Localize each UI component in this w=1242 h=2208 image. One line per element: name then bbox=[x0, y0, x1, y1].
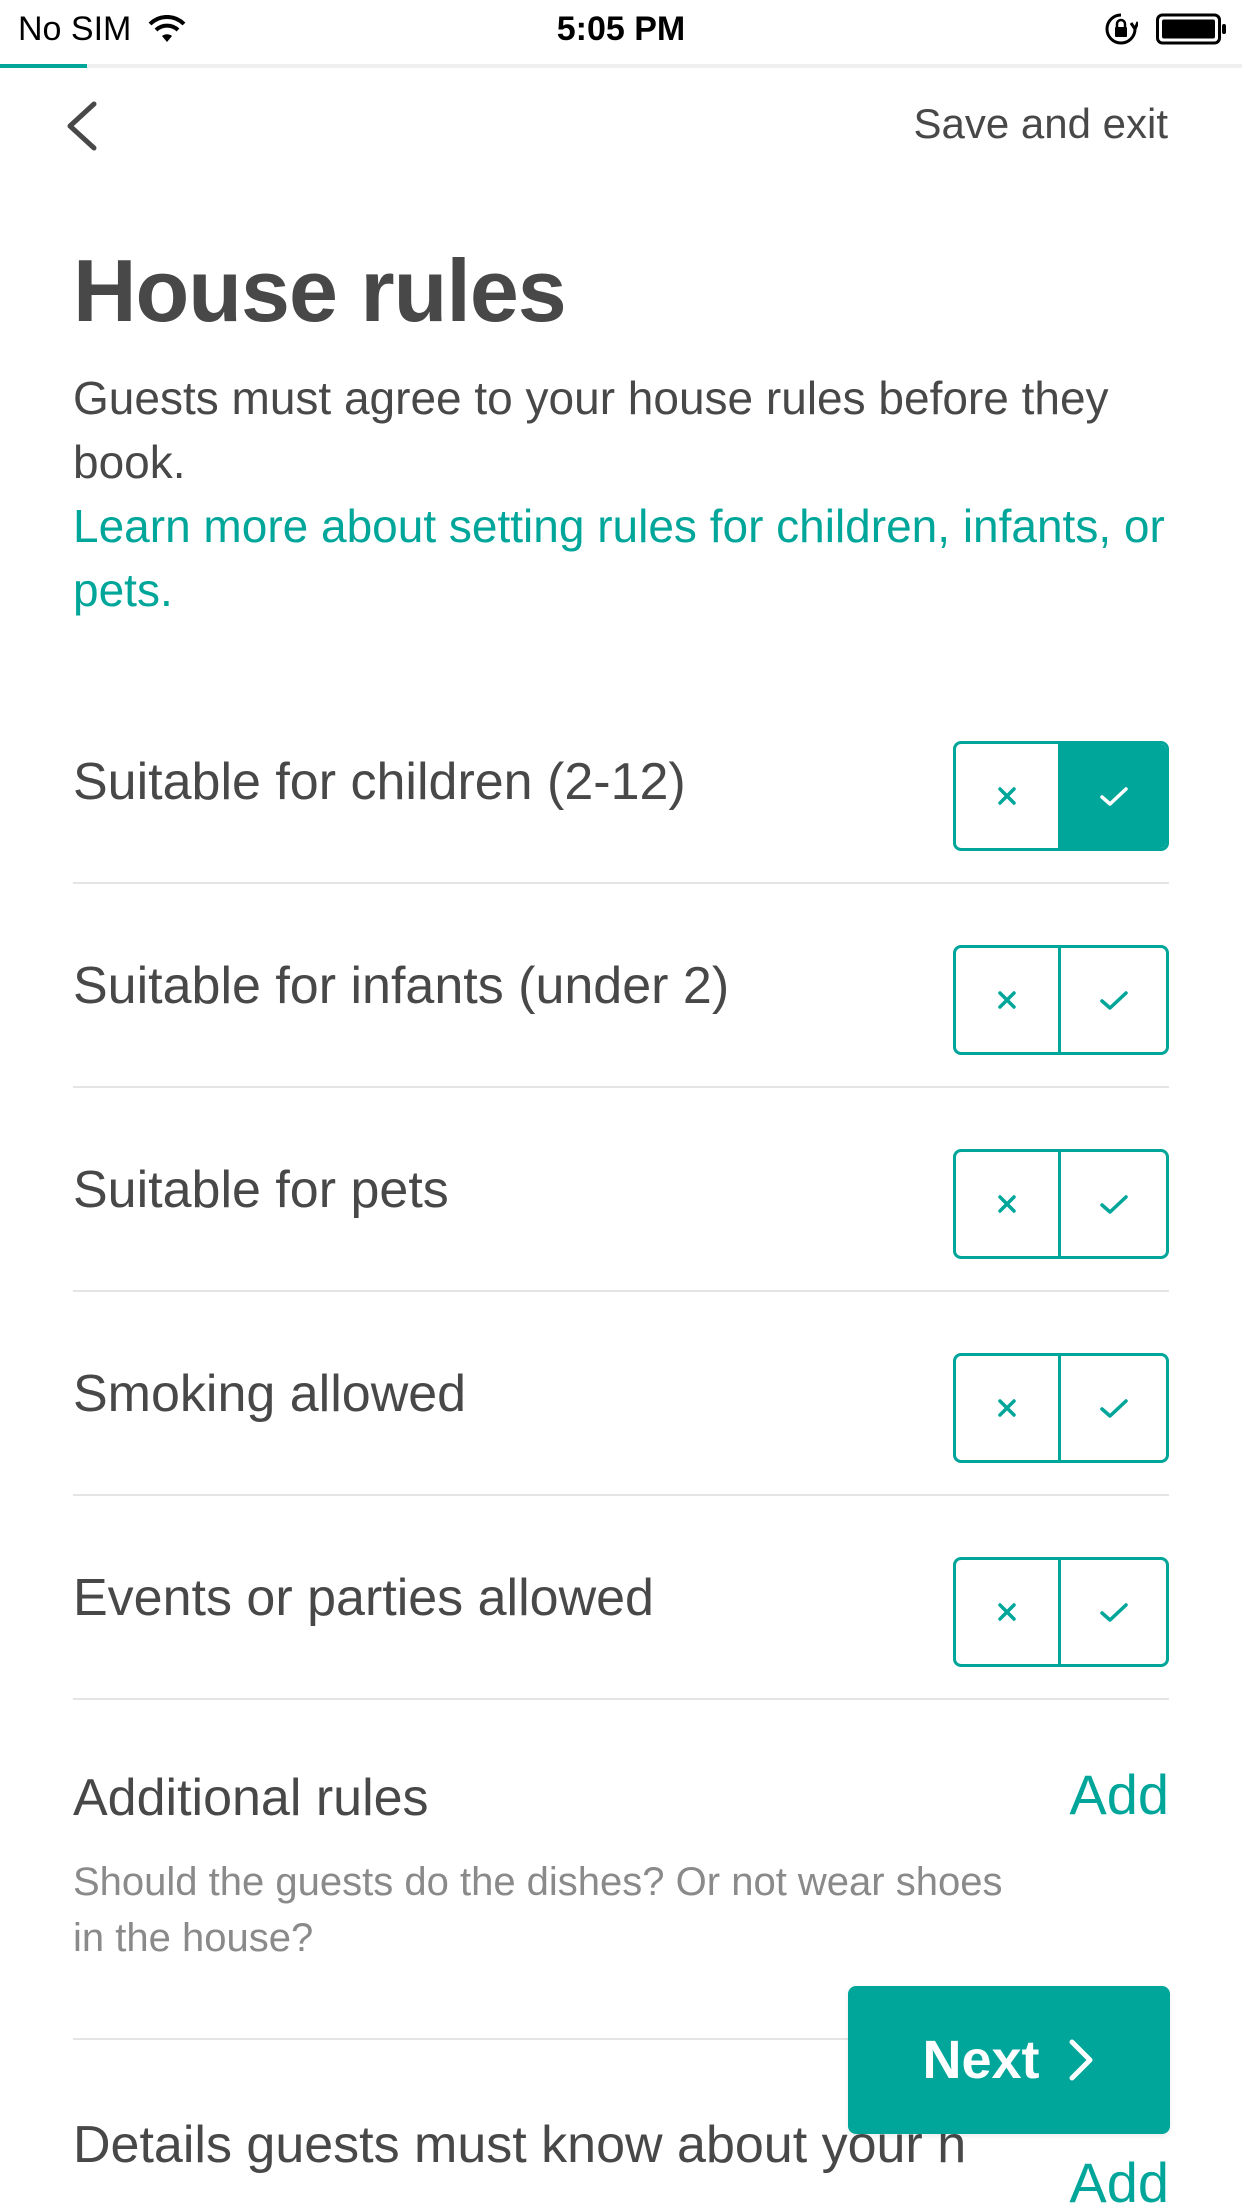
orientation-lock-icon bbox=[1105, 13, 1138, 45]
close-icon bbox=[998, 1603, 1016, 1621]
rule-label: Suitable for infants (under 2) bbox=[73, 957, 730, 1015]
rule-row: Suitable for children (2-12) bbox=[73, 680, 1169, 884]
chevron-right-icon bbox=[1069, 2039, 1093, 2081]
progress-track bbox=[0, 64, 1242, 68]
status-right bbox=[1104, 12, 1228, 46]
checkmark-icon bbox=[1099, 787, 1128, 806]
rule-row: Smoking allowed bbox=[73, 1292, 1169, 1496]
rule-label: Suitable for pets bbox=[73, 1161, 449, 1219]
yes-no-toggle bbox=[953, 1353, 1169, 1463]
toggle-yes-button[interactable] bbox=[1061, 744, 1166, 848]
toggle-yes-button[interactable] bbox=[1061, 1560, 1166, 1664]
progress-bar bbox=[0, 64, 87, 68]
rule-row: Suitable for infants (under 2) bbox=[73, 884, 1169, 1088]
yes-no-toggle bbox=[953, 945, 1169, 1055]
next-button[interactable]: Next bbox=[848, 1986, 1170, 2134]
toggle-yes-button[interactable] bbox=[1061, 1356, 1166, 1460]
back-button[interactable] bbox=[62, 96, 122, 156]
yes-no-toggle bbox=[953, 1149, 1169, 1259]
toggle-no-button[interactable] bbox=[956, 1152, 1061, 1256]
status-time: 5:05 PM bbox=[556, 10, 686, 48]
checkmark-icon bbox=[1099, 1195, 1128, 1214]
close-icon bbox=[998, 1399, 1016, 1417]
rule-row: Events or parties allowed bbox=[73, 1496, 1169, 1700]
toggle-no-button[interactable] bbox=[956, 1356, 1061, 1460]
chevron-left-icon bbox=[67, 101, 97, 151]
toggle-no-button[interactable] bbox=[956, 948, 1061, 1052]
battery-icon bbox=[1156, 13, 1226, 45]
close-icon bbox=[998, 787, 1016, 805]
checkmark-icon bbox=[1099, 1603, 1128, 1622]
toggle-no-button[interactable] bbox=[956, 744, 1061, 848]
page-title: House rules bbox=[73, 241, 567, 340]
page-subtitle: Guests must agree to your house rules be… bbox=[73, 372, 1109, 488]
details-add-button[interactable]: Add bbox=[1069, 2150, 1169, 2208]
additional-rules-add-button[interactable]: Add bbox=[1069, 1762, 1169, 1827]
next-button-label: Next bbox=[922, 2030, 1040, 2090]
rule-label: Events or parties allowed bbox=[73, 1569, 654, 1627]
checkmark-icon bbox=[1099, 991, 1128, 1010]
learn-more-link[interactable]: Learn more about setting rules for child… bbox=[73, 494, 1173, 622]
rule-row: Suitable for pets bbox=[73, 1088, 1169, 1292]
yes-no-toggle bbox=[953, 741, 1169, 851]
rule-label: Smoking allowed bbox=[73, 1365, 467, 1423]
close-icon bbox=[998, 1195, 1016, 1213]
yes-no-toggle bbox=[953, 1557, 1169, 1667]
close-icon bbox=[998, 991, 1016, 1009]
toggle-yes-button[interactable] bbox=[1061, 1152, 1166, 1256]
additional-rules-title: Additional rules bbox=[73, 1769, 429, 1827]
rule-label: Suitable for children (2-12) bbox=[73, 753, 686, 811]
checkmark-icon bbox=[1099, 1399, 1128, 1418]
toggle-no-button[interactable] bbox=[956, 1560, 1061, 1664]
toggle-yes-button[interactable] bbox=[1061, 948, 1166, 1052]
status-bar: No SIM 5:05 PM bbox=[0, 0, 1242, 64]
save-and-exit-button[interactable]: Save and exit bbox=[913, 100, 1168, 148]
additional-rules-description: Should the guests do the dishes? Or not … bbox=[73, 1860, 1003, 1960]
